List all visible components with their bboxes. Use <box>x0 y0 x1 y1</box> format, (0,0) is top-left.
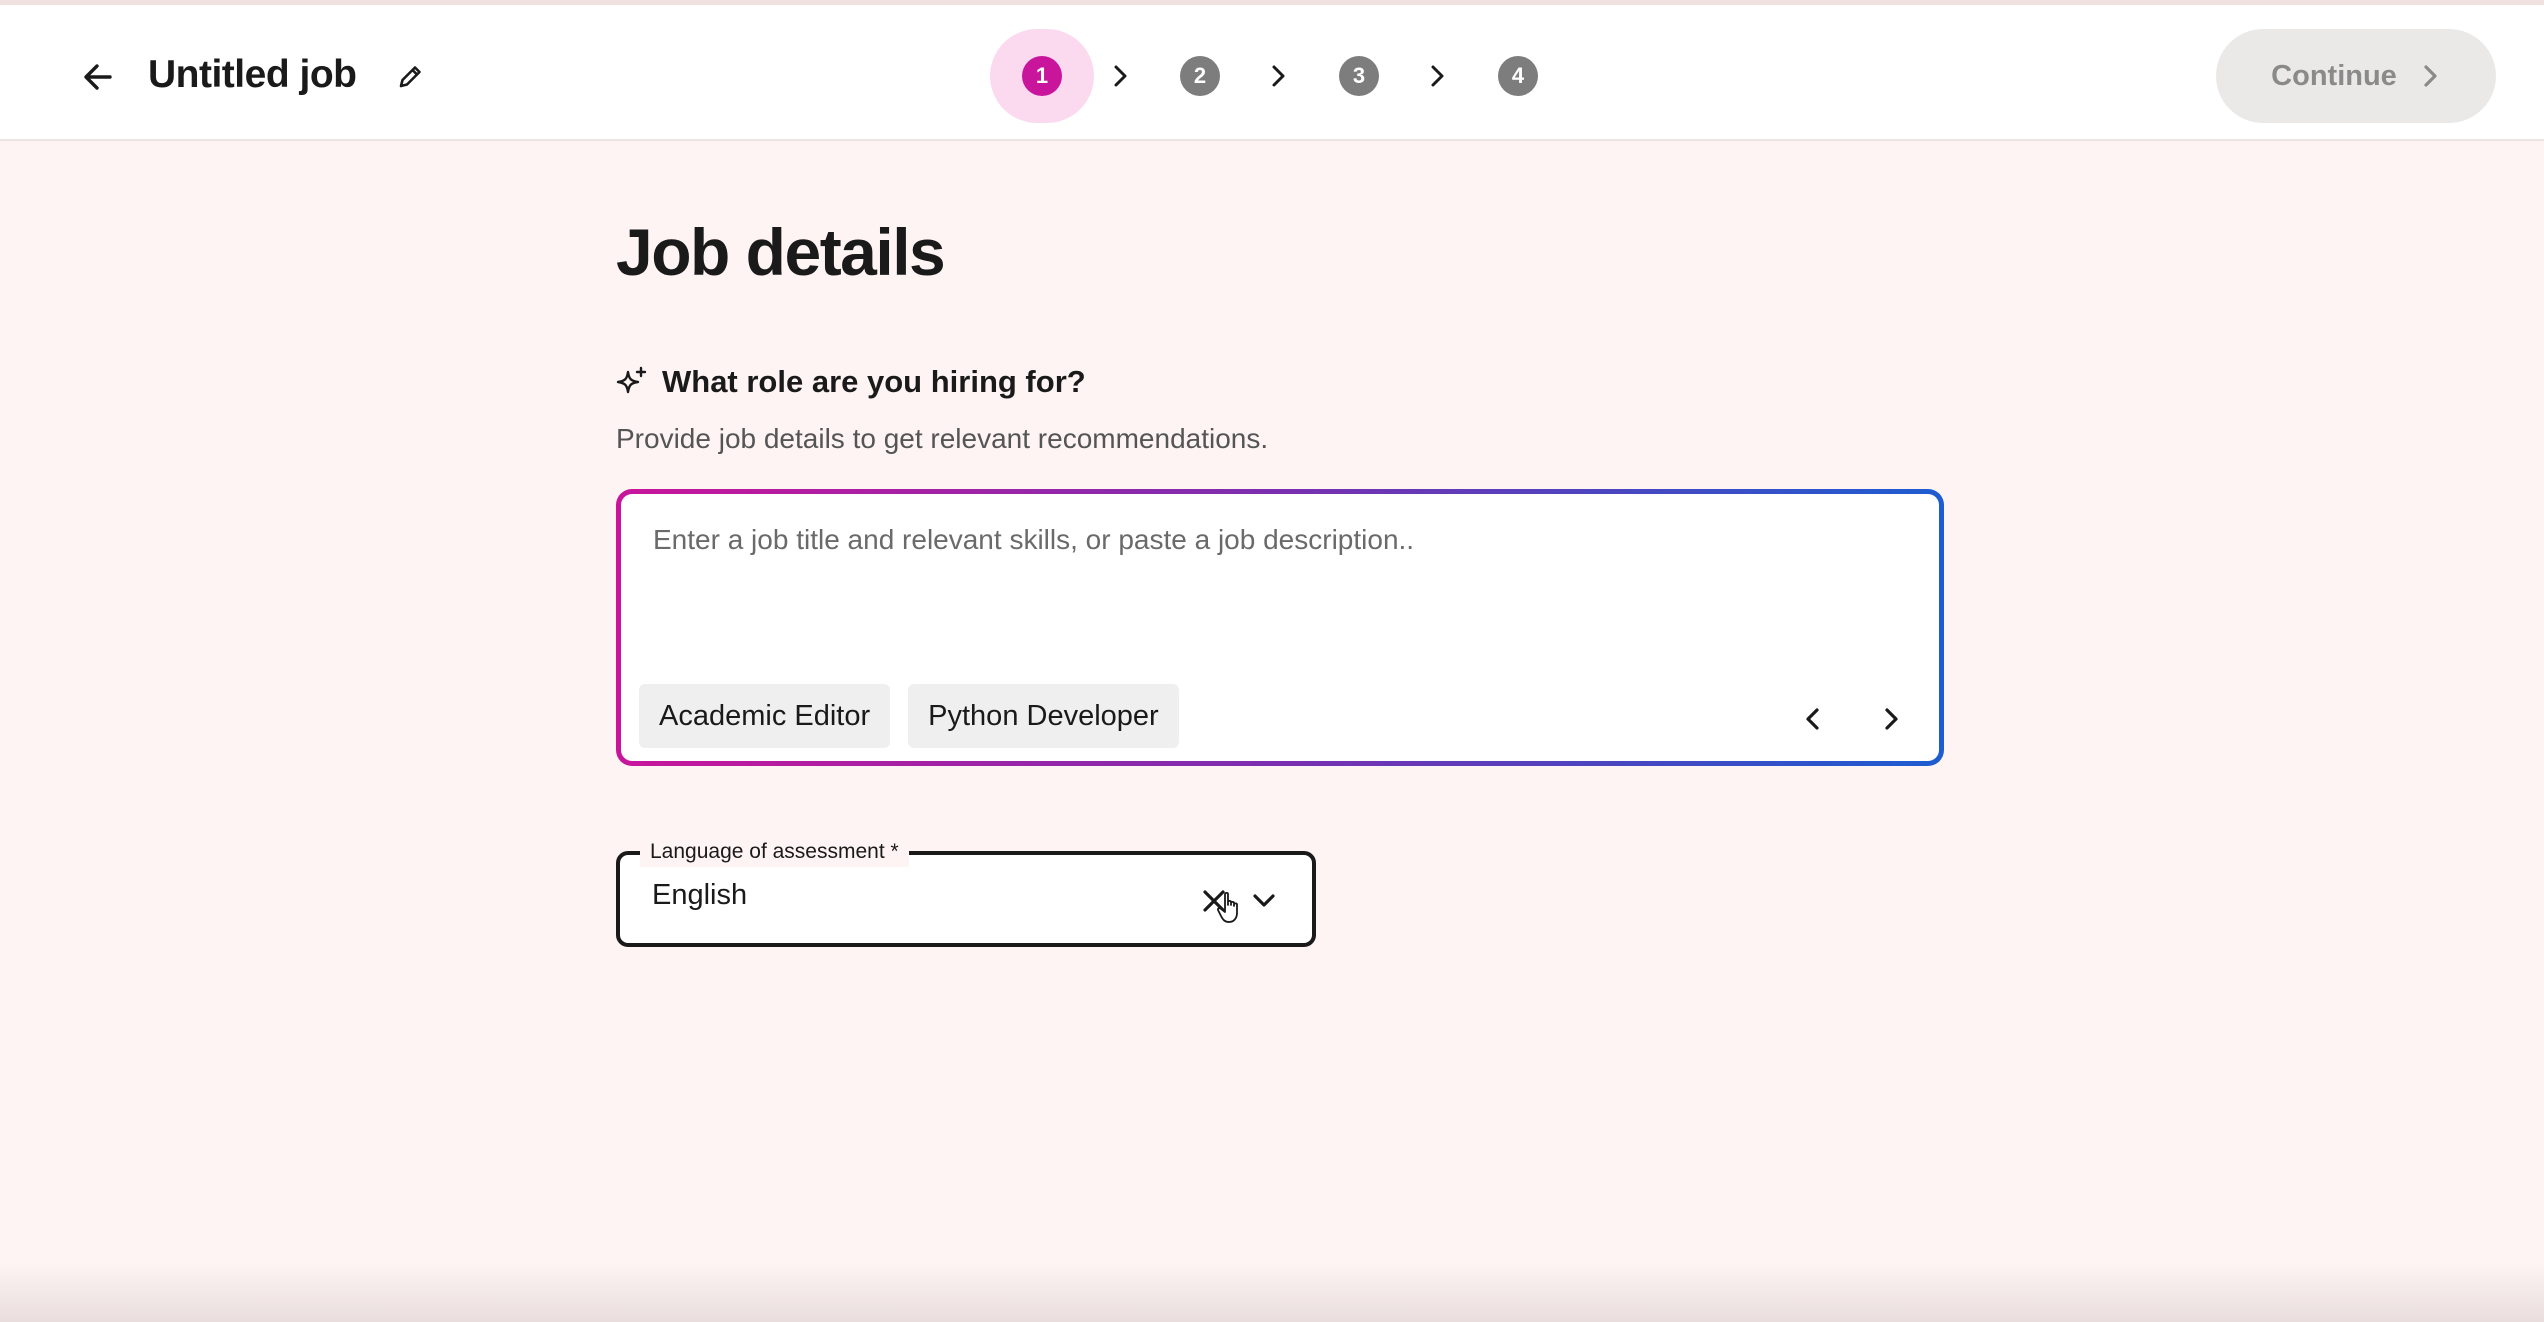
suggestions-prev-button[interactable] <box>1793 699 1833 739</box>
question-text: What role are you hiring for? <box>662 364 1086 399</box>
chevron-right-icon <box>1263 61 1293 91</box>
job-title: Untitled job <box>148 53 357 96</box>
language-select[interactable]: Language of assessment * English <box>616 837 1316 947</box>
continue-label: Continue <box>2271 59 2397 92</box>
language-value: English <box>652 879 748 911</box>
back-button[interactable] <box>72 51 124 103</box>
step-3[interactable]: 3 <box>1339 56 1379 96</box>
continue-button[interactable]: Continue <box>2216 29 2496 123</box>
role-question: What role are you hiring for? <box>616 364 1086 400</box>
chevron-right-icon <box>2424 65 2437 87</box>
pencil-icon <box>399 66 421 88</box>
chevron-right-icon <box>1422 61 1452 91</box>
chevron-down-icon <box>1253 894 1275 907</box>
language-dropdown-button[interactable] <box>1246 883 1282 919</box>
chevron-left-icon <box>1806 708 1819 730</box>
chevron-right-icon <box>1105 61 1135 91</box>
language-label: Language of assessment * <box>640 837 909 867</box>
job-description-placeholder[interactable]: Enter a job title and relevant skills, o… <box>653 524 1414 556</box>
bottom-edge <box>0 1262 2544 1322</box>
step-2[interactable]: 2 <box>1180 56 1220 96</box>
sparkle-icon <box>616 366 647 394</box>
suggestions-next-button[interactable] <box>1871 699 1911 739</box>
step-1[interactable]: 1 <box>1022 56 1062 96</box>
header: Untitled job 1 2 3 4 Continue <box>0 5 2544 141</box>
job-description-input[interactable]: Enter a job title and relevant skills, o… <box>616 489 1944 766</box>
hand-cursor-icon <box>1217 891 1238 923</box>
chevron-right-icon <box>1885 708 1898 730</box>
suggestion-chip-python-developer[interactable]: Python Developer <box>908 684 1179 748</box>
page-title: Job details <box>616 215 946 289</box>
edit-title-button[interactable] <box>392 59 428 95</box>
question-subtext: Provide job details to get relevant reco… <box>616 423 1269 454</box>
step-4[interactable]: 4 <box>1498 56 1538 96</box>
arrow-left-icon <box>84 64 112 90</box>
suggestion-chips: Academic Editor Python Developer <box>639 684 1179 748</box>
suggestion-chip-academic-editor[interactable]: Academic Editor <box>639 684 891 748</box>
